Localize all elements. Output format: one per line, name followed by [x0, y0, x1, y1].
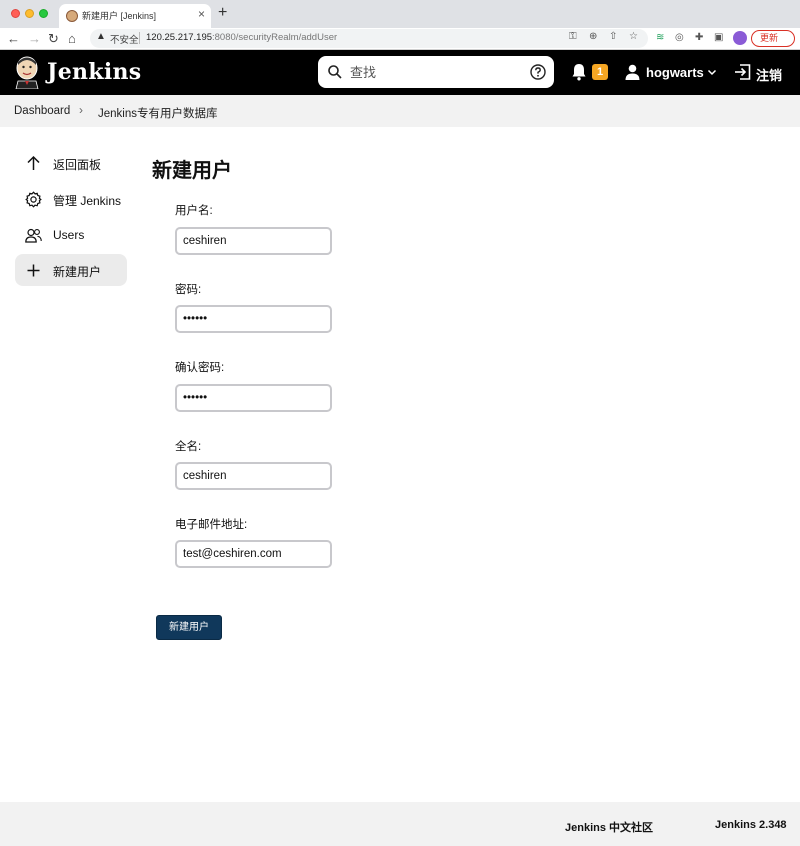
arrow-up-icon — [27, 155, 40, 170]
extension-icon[interactable]: ≋ — [656, 32, 664, 44]
extensions-puzzle-icon[interactable]: ✚ — [695, 32, 703, 44]
footer-version-link[interactable]: Jenkins 2.348 — [715, 819, 787, 831]
sidebar-item-create-user[interactable]: 新建用户 — [15, 254, 127, 286]
gear-icon — [25, 191, 42, 208]
browser-toolbar: ← → ↻ ⌂ ▲ 不安全 120.25.217.195 :8080/secur… — [0, 28, 800, 50]
warning-icon: ▲ — [96, 31, 106, 42]
breadcrumb-dashboard[interactable]: Dashboard — [14, 105, 70, 117]
page-title: 新建用户 — [152, 160, 232, 182]
jenkins-logo-text[interactable]: Jenkins — [47, 59, 141, 85]
jenkins-favicon-icon — [66, 10, 78, 22]
user-icon[interactable] — [625, 64, 640, 80]
page-footer: Jenkins 中文社区 Jenkins 2.348 — [0, 802, 800, 846]
window-minimize-button[interactable] — [25, 9, 34, 18]
key-icon[interactable]: ⚿ — [569, 31, 577, 42]
jenkins-logo-icon[interactable] — [14, 55, 40, 89]
share-icon[interactable]: ⇧ — [609, 31, 617, 42]
password-label: 密码: — [175, 284, 202, 296]
bookmark-star-icon[interactable]: ☆ — [629, 31, 638, 42]
sidebar-item-users[interactable]: Users — [15, 219, 127, 251]
search-input[interactable] — [350, 61, 520, 83]
extension-circle-icon[interactable]: ◎ — [675, 32, 684, 44]
security-label: 不安全 — [110, 35, 139, 46]
username-field[interactable] — [175, 227, 332, 255]
logout-link[interactable]: 注销 — [756, 65, 782, 84]
address-host: 120.25.217.195 — [146, 32, 213, 43]
browser-tab[interactable]: 新建用户 [Jenkins] × — [59, 4, 211, 28]
browser-update-button[interactable]: 更新 — [751, 30, 795, 47]
users-icon — [25, 228, 42, 243]
confirm-password-label: 确认密码: — [175, 362, 225, 374]
search-icon — [328, 65, 342, 79]
sidebar-toggle-icon[interactable]: ▣ — [714, 32, 723, 44]
browser-tab-bar: 新建用户 [Jenkins] × + — [0, 0, 800, 28]
tab-close-icon[interactable]: × — [198, 7, 205, 21]
sidebar-item-label: Users — [53, 228, 85, 242]
search-box — [318, 56, 554, 88]
help-icon[interactable] — [530, 64, 546, 80]
confirm-password-field[interactable] — [175, 384, 332, 412]
breadcrumb: Dashboard › Jenkins专有用户数据库 — [0, 95, 800, 127]
notification-badge[interactable]: 1 — [592, 64, 608, 80]
user-menu-name[interactable]: hogwarts — [646, 65, 704, 80]
address-divider — [139, 32, 140, 44]
jenkins-header: Jenkins 1 hogwarts 注销 — [0, 50, 800, 95]
chevron-down-icon[interactable] — [707, 67, 717, 77]
address-path: :8080/securityRealm/addUser — [212, 32, 338, 43]
bell-icon[interactable] — [571, 63, 587, 81]
footer-community-link[interactable]: Jenkins 中文社区 — [565, 819, 653, 835]
create-user-button[interactable]: 新建用户 — [156, 615, 222, 640]
home-icon[interactable]: ⌂ — [68, 31, 76, 46]
sidebar-item-back-to-dashboard[interactable]: 返回面板 — [15, 147, 127, 179]
fullname-field[interactable] — [175, 462, 332, 490]
email-field[interactable] — [175, 540, 332, 568]
sidebar-item-label: 管理 Jenkins — [53, 194, 122, 208]
logout-icon[interactable] — [734, 64, 751, 80]
fullname-label: 全名: — [175, 441, 202, 453]
password-field[interactable] — [175, 305, 332, 333]
window-close-button[interactable] — [11, 9, 20, 18]
tab-title: 新建用户 [Jenkins] — [82, 11, 157, 21]
back-icon[interactable]: ← — [7, 31, 20, 46]
breadcrumb-separator-icon: › — [79, 103, 83, 117]
breadcrumb-user-database[interactable]: Jenkins专有用户数据库 — [98, 105, 218, 121]
sidebar-item-manage-jenkins[interactable]: 管理 Jenkins — [15, 183, 127, 215]
address-bar[interactable]: ▲ 不安全 120.25.217.195 :8080/securityRealm… — [90, 29, 648, 48]
sidebar-item-label: 新建用户 — [53, 265, 102, 279]
username-label: 用户名: — [175, 205, 213, 217]
new-tab-icon[interactable]: + — [218, 5, 227, 21]
email-label: 电子邮件地址: — [175, 519, 248, 531]
profile-avatar[interactable] — [733, 31, 747, 45]
zoom-icon[interactable]: ⊕ — [589, 31, 597, 42]
sidebar-item-label: 返回面板 — [53, 158, 102, 172]
window-zoom-button[interactable] — [39, 9, 48, 18]
plus-icon — [27, 264, 40, 277]
reload-icon[interactable]: ↻ — [48, 31, 59, 46]
forward-icon[interactable]: → — [28, 31, 41, 46]
